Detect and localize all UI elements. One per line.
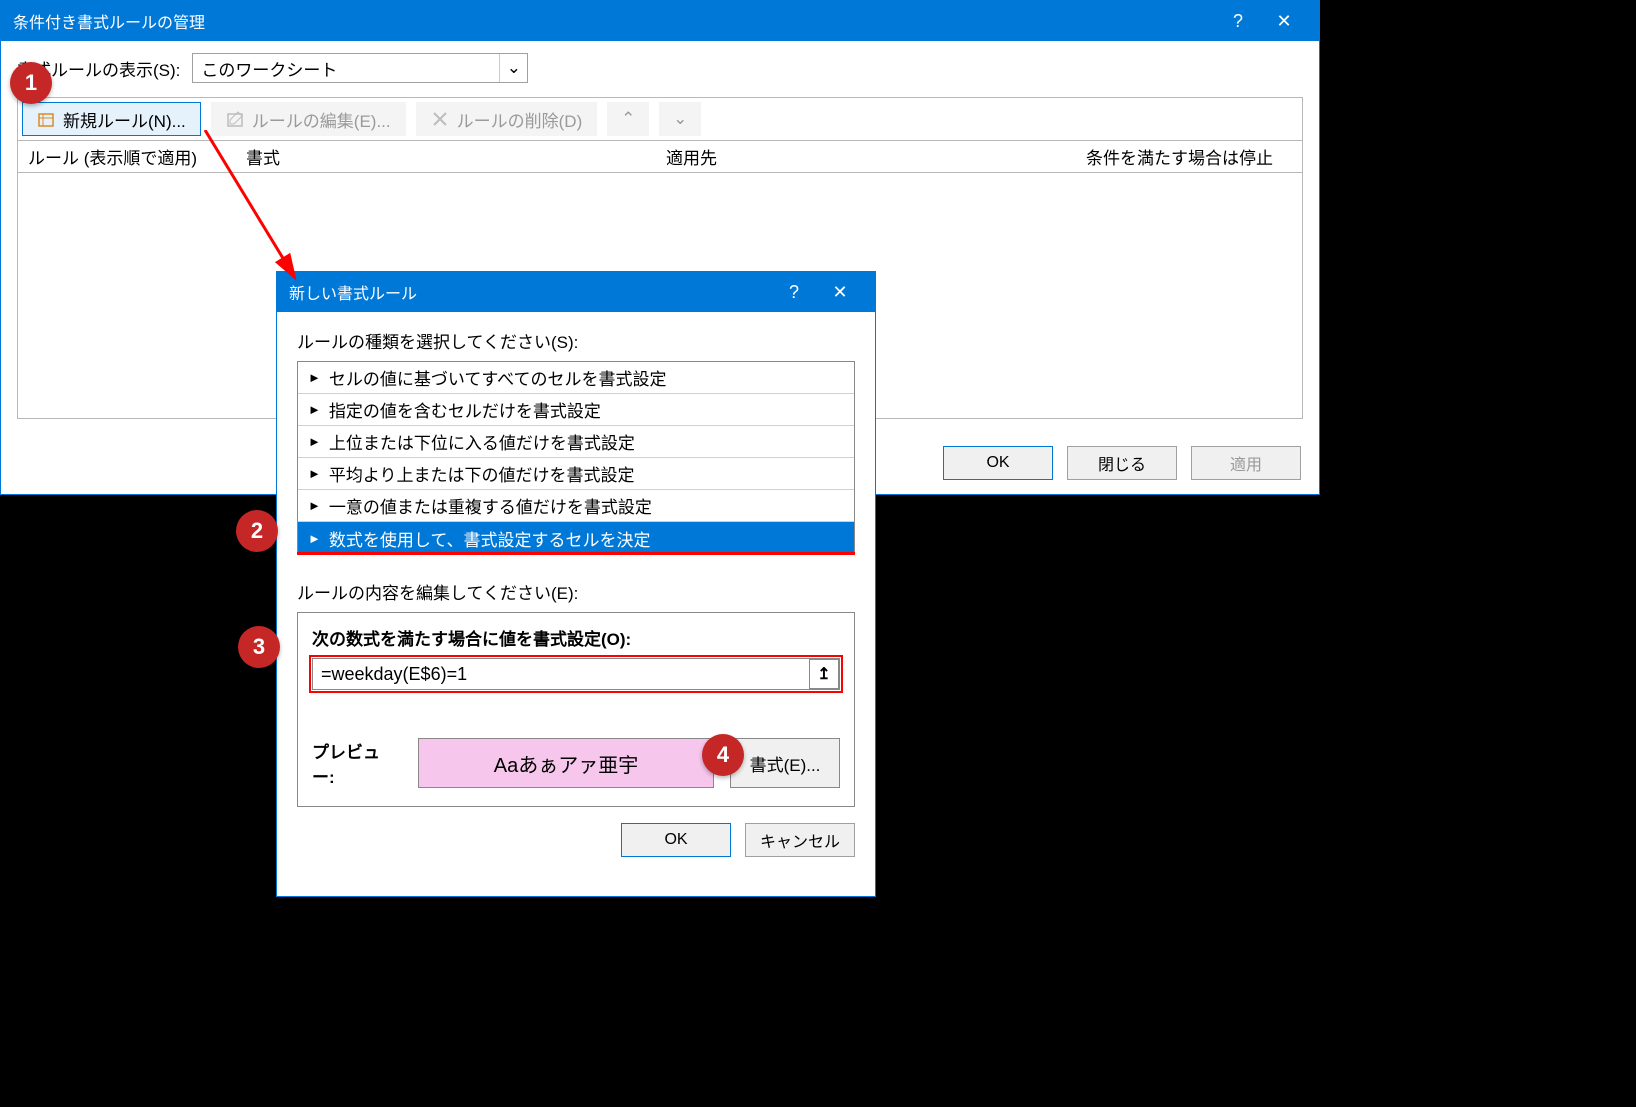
rule-type-label: 指定の値を含むセルだけを書式設定: [329, 397, 601, 422]
newrule-body: ルールの種類を選択してください(S): ► セルの値に基づいてすべてのセルを書式設…: [277, 312, 875, 823]
close-button[interactable]: ✕: [817, 272, 863, 312]
cancel-button[interactable]: キャンセル: [745, 823, 855, 857]
delete-rule-icon: [431, 110, 449, 128]
delete-rule-label: ルールの削除(D): [457, 107, 583, 132]
bullet-icon: ►: [308, 402, 321, 417]
rule-type-label: 数式を使用して、書式設定するセルを決定: [329, 526, 651, 551]
close-button[interactable]: ✕: [1261, 1, 1307, 41]
range-selector-button[interactable]: ↥: [809, 659, 839, 689]
annotation-badge-4: 4: [702, 734, 744, 776]
rule-type-label: 一意の値または重複する値だけを書式設定: [329, 493, 652, 518]
formula-input-wrap: ↥: [312, 658, 840, 690]
edit-rule-label: ルールの編集(E)...: [252, 107, 391, 132]
move-down-button[interactable]: ⌄: [659, 102, 701, 136]
annotation-badge-1: 1: [10, 62, 52, 104]
annotation-arrow: [195, 130, 315, 290]
help-button[interactable]: ?: [771, 272, 817, 312]
rule-type-1[interactable]: ► 指定の値を含むセルだけを書式設定: [298, 394, 854, 426]
rule-type-3[interactable]: ► 平均より上または下の値だけを書式設定: [298, 458, 854, 490]
rule-types-list: ►セルの値に基づいてすべてのセルを書式設定 ►指定の値を含むセルだけを書式設定 …: [297, 361, 855, 555]
preview-row: プレビュー: Aaあぁアァ亜宇 書式(E)...: [312, 738, 840, 788]
annotation-underline: [297, 552, 855, 555]
display-select[interactable]: このワークシート ⌄: [192, 53, 528, 83]
formula-input[interactable]: [313, 659, 809, 689]
chevron-down-icon: ⌄: [499, 54, 527, 82]
newrule-title-bar: 新しい書式ルール ? ✕: [277, 272, 875, 312]
bullet-icon: ►: [308, 531, 321, 546]
manager-title: 条件付き書式ルールの管理: [13, 9, 205, 33]
range-select-icon: ↥: [817, 664, 830, 684]
rule-type-2[interactable]: ► 上位または下位に入る値だけを書式設定: [298, 426, 854, 458]
new-rule-icon: [37, 110, 55, 128]
rule-type-label: セルの値に基づいてすべてのセルを書式設定: [329, 365, 667, 390]
chevron-down-icon: ⌄: [673, 109, 687, 129]
edit-rule-icon: [226, 110, 244, 128]
newrule-dialog: 新しい書式ルール ? ✕ ルールの種類を選択してください(S): ► セルの値に基…: [276, 271, 876, 897]
chevron-up-icon: ⌃: [621, 109, 635, 129]
col-stop: 条件を満たす場合は停止: [1076, 144, 1302, 169]
rule-type-label: 平均より上または下の値だけを書式設定: [329, 461, 635, 486]
new-rule-label: 新規ルール(N)...: [63, 107, 186, 132]
preview-text: Aaあぁアァ亜宇: [494, 749, 638, 778]
ok-button[interactable]: OK: [943, 446, 1053, 480]
rule-type-0[interactable]: ► セルの値に基づいてすべてのセルを書式設定: [298, 362, 854, 394]
rule-type-label: 上位または下位に入る値だけを書式設定: [329, 429, 635, 454]
bullet-icon: ►: [308, 498, 321, 513]
move-up-button[interactable]: ⌃: [607, 102, 649, 136]
rule-type-4[interactable]: ► 一意の値または重複する値だけを書式設定: [298, 490, 854, 522]
preview-label: プレビュー:: [312, 738, 402, 788]
content-box: 次の数式を満たす場合に値を書式設定(O): ↥ プレビュー: Aaあぁアァ亜宇 …: [297, 612, 855, 807]
annotation-badge-2: 2: [236, 510, 278, 552]
type-label: ルールの種類を選択してください(S):: [297, 328, 855, 353]
apply-button[interactable]: 適用: [1191, 446, 1301, 480]
bullet-icon: ►: [308, 434, 321, 449]
bullet-icon: ►: [308, 370, 321, 385]
manager-title-bar: 条件付き書式ルールの管理 ? ✕: [1, 1, 1319, 41]
display-value: このワークシート: [201, 56, 337, 81]
content-label: ルールの内容を編集してください(E):: [297, 579, 855, 604]
close-dialog-button[interactable]: 閉じる: [1067, 446, 1177, 480]
new-rule-button[interactable]: 新規ルール(N)...: [22, 102, 201, 136]
delete-rule-button[interactable]: ルールの削除(D): [416, 102, 598, 136]
col-applies: 適用先: [656, 144, 1076, 169]
preview-box: Aaあぁアァ亜宇: [418, 738, 714, 788]
formula-label: 次の数式を満たす場合に値を書式設定(O):: [312, 625, 840, 650]
format-button[interactable]: 書式(E)...: [730, 738, 840, 788]
annotation-badge-3: 3: [238, 626, 280, 668]
help-button[interactable]: ?: [1215, 1, 1261, 41]
bullet-icon: ►: [308, 466, 321, 481]
newrule-footer: OK キャンセル: [277, 823, 875, 873]
manager-footer: OK 閉じる 適用: [943, 446, 1301, 480]
ok-button[interactable]: OK: [621, 823, 731, 857]
display-row: 書式ルールの表示(S): このワークシート ⌄: [17, 53, 1303, 83]
rule-type-5[interactable]: ► 数式を使用して、書式設定するセルを決定: [298, 522, 854, 554]
